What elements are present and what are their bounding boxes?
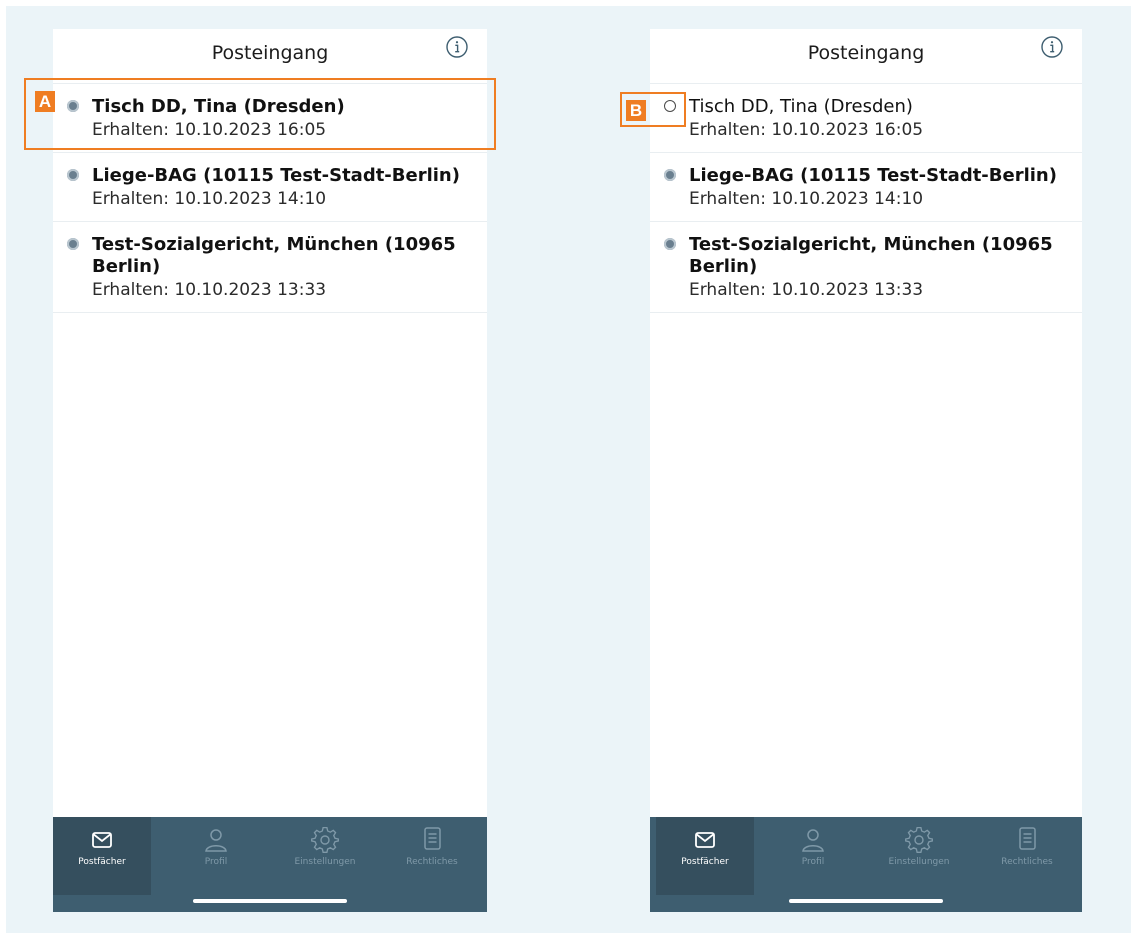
info-circle-icon[interactable]: [1040, 35, 1064, 59]
message-received-date: Erhalten: 10.10.2023 16:05: [689, 120, 924, 140]
message-sender: Tisch DD, Tina (Dresden): [689, 96, 913, 117]
gear-icon: [905, 826, 933, 853]
annotation-badge-a: A: [35, 91, 55, 112]
tab-label: Rechtliches: [406, 857, 458, 867]
message-row[interactable]: Liege-BAG (10115 Test-Stadt-Berlin) Erha…: [650, 153, 1082, 222]
tab-label: Postfächer: [681, 857, 729, 867]
home-indicator: [193, 899, 347, 903]
info-circle-icon[interactable]: [445, 35, 469, 59]
person-icon: [802, 829, 824, 852]
tab-label: Rechtliches: [1001, 857, 1053, 867]
tab-label: Profil: [204, 857, 228, 867]
annotation-badge-b: B: [626, 100, 646, 121]
page-title: Posteingang: [211, 42, 329, 64]
envelope-icon: [695, 832, 715, 848]
tab-profil[interactable]: Profil: [764, 817, 862, 895]
tab-rechtliches[interactable]: Rechtliches: [978, 817, 1076, 895]
message-row[interactable]: Tisch DD, Tina (Dresden) Erhalten: 10.10…: [650, 84, 1082, 153]
tab-einstellungen[interactable]: Einstellungen: [870, 817, 968, 895]
tab-bar: Postfächer Profil Einstellungen Rechtlic…: [650, 817, 1082, 912]
phone-screen-b: Posteingang Tisch DD, Tina (Dresden) Erh…: [650, 29, 1082, 912]
unread-indicator-icon: [67, 169, 79, 181]
tab-label: Einstellungen: [294, 857, 356, 867]
envelope-icon: [92, 832, 112, 848]
message-sender: Test-Sozialgericht, München (10965 Berli…: [689, 234, 1053, 277]
message-row[interactable]: Test-Sozialgericht, München (10965 Berli…: [53, 222, 487, 313]
message-sender: Liege-BAG (10115 Test-Stadt-Berlin): [92, 165, 460, 186]
tab-profil[interactable]: Profil: [167, 817, 265, 895]
tab-postfaecher[interactable]: Postfächer: [656, 817, 754, 895]
header: Posteingang: [650, 29, 1082, 84]
tab-bar: Postfächer Profil Einstellungen Rechtlic…: [53, 817, 487, 912]
message-received-date: Erhalten: 10.10.2023 13:33: [689, 280, 924, 300]
phone-screen-a: Posteingang Tisch DD, Tina (Dresden) Erh…: [53, 29, 487, 912]
message-row[interactable]: Liege-BAG (10115 Test-Stadt-Berlin) Erha…: [53, 153, 487, 222]
message-received-date: Erhalten: 10.10.2023 14:10: [689, 189, 924, 209]
tab-label: Profil: [801, 857, 825, 867]
message-sender: Test-Sozialgericht, München (10965 Berli…: [92, 234, 456, 277]
unread-indicator-icon: [664, 169, 676, 181]
document-icon: [424, 827, 441, 850]
page-title: Posteingang: [807, 42, 925, 64]
tab-postfaecher[interactable]: Postfächer: [53, 817, 151, 895]
message-received-date: Erhalten: 10.10.2023 14:10: [92, 189, 327, 209]
tab-rechtliches[interactable]: Rechtliches: [383, 817, 481, 895]
tab-label: Einstellungen: [888, 857, 950, 867]
document-icon: [1019, 827, 1036, 850]
person-icon: [205, 829, 227, 852]
unread-indicator-icon: [67, 238, 79, 250]
tab-label: Postfächer: [78, 857, 126, 867]
message-sender: Liege-BAG (10115 Test-Stadt-Berlin): [689, 165, 1057, 186]
annotation-highlight-a: [24, 78, 496, 150]
message-row[interactable]: Test-Sozialgericht, München (10965 Berli…: [650, 222, 1082, 313]
message-received-date: Erhalten: 10.10.2023 13:33: [92, 280, 327, 300]
header: Posteingang: [53, 29, 487, 84]
gear-icon: [311, 826, 339, 853]
tab-einstellungen[interactable]: Einstellungen: [276, 817, 374, 895]
unread-indicator-icon: [664, 238, 676, 250]
home-indicator: [789, 899, 943, 903]
